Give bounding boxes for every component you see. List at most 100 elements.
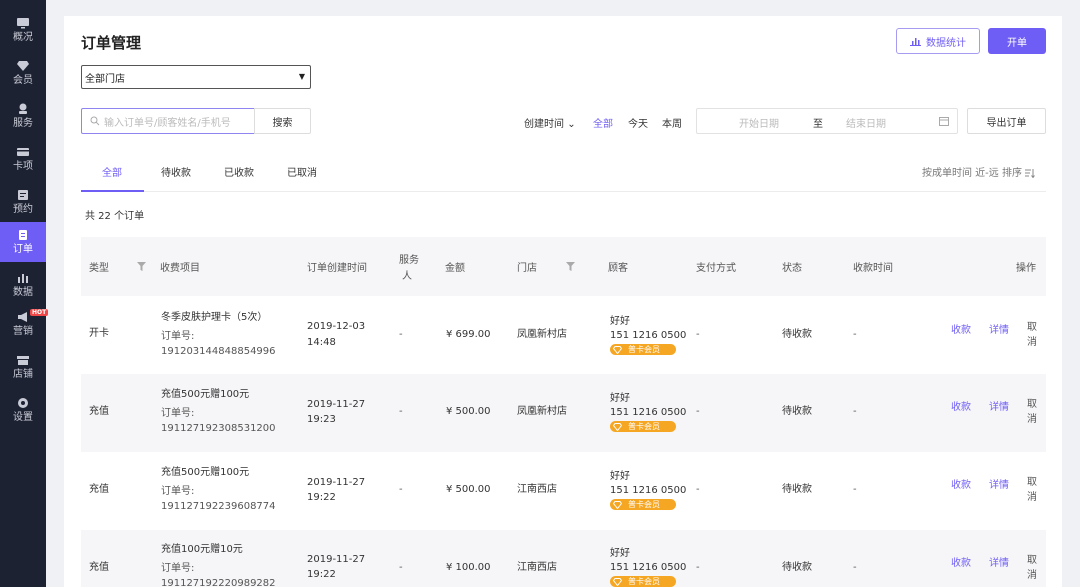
payment-method: - (696, 484, 700, 495)
diamond-icon (16, 60, 30, 72)
cancel-link[interactable]: 取消 (1027, 320, 1039, 350)
sidebar-item-label: 订单 (13, 244, 33, 255)
order-status: 待收款 (782, 562, 812, 573)
column-header-amount: 金额 (445, 263, 465, 274)
page-title: 订单管理 (81, 34, 142, 52)
sort-icon (1024, 168, 1035, 178)
order-type: 充值 (89, 406, 109, 417)
customer-name: 好好 (610, 548, 630, 559)
sidebar-item-data[interactable]: 数据 (0, 265, 46, 305)
created-date: 2019-12-03 (307, 321, 366, 332)
caret-down-icon: ▼ (298, 72, 305, 81)
tab-all[interactable]: 全部 (102, 164, 122, 179)
tab-active-indicator (81, 190, 144, 192)
store-select[interactable]: 全部门店 ▼ (81, 65, 311, 89)
created-time: 19:22 (307, 569, 336, 580)
clipboard-icon (16, 229, 30, 241)
search-icon (90, 116, 100, 126)
staff: - (399, 484, 403, 495)
order-number: 191127192220989282 (161, 578, 276, 587)
sidebar-item-members[interactable]: 会员 (0, 53, 46, 93)
filter-icon[interactable] (137, 262, 146, 271)
order-number: 191203144848854996 (161, 346, 276, 357)
open-order-button[interactable]: 开单 (988, 28, 1046, 54)
tab-pending[interactable]: 待收款 (161, 164, 191, 179)
filter-this-week[interactable]: 本周 (662, 115, 682, 130)
filter-today[interactable]: 今天 (628, 115, 648, 130)
customer-phone: 151 1216 0500 (610, 562, 687, 573)
search-button[interactable]: 搜索 (254, 108, 311, 134)
customer-info: 好好 151 1216 0500 普卡会员 (610, 315, 686, 355)
store-name: 江南西店 (517, 562, 557, 573)
collect-payment-link[interactable]: 收款 (951, 398, 971, 413)
sidebar-item-label: 服务 (13, 118, 33, 129)
cancel-link[interactable]: 取消 (1027, 553, 1039, 583)
detail-link[interactable]: 详情 (989, 321, 1009, 336)
sidebar-item-store[interactable]: 店铺 (0, 347, 46, 387)
sidebar-item-services[interactable]: 服务 (0, 96, 46, 136)
customer-phone: 151 1216 0500 (610, 330, 687, 341)
store-name: 凤凰新村店 (517, 329, 567, 340)
service-icon (16, 103, 30, 115)
created-time-dropdown[interactable]: 创建时间 ⌄ (524, 115, 576, 130)
customer-phone: 151 1216 0500 (610, 407, 687, 418)
search-input[interactable]: 输入订单号/顾客姓名/手机号 (81, 108, 255, 134)
date-range-picker[interactable]: 开始日期 至 结束日期 (696, 108, 958, 134)
created-date: 2019-11-27 (307, 399, 366, 410)
sidebar-item-label: 营销 (13, 326, 33, 337)
export-orders-button[interactable]: 导出订单 (967, 108, 1046, 134)
column-header-created: 订单创建时间 (307, 263, 367, 274)
order-status: 待收款 (782, 329, 812, 340)
detail-link[interactable]: 详情 (989, 554, 1009, 569)
table-header: 类型 收费项目 订单创建时间 服务 人 金额 门店 顾客 支付方式 状态 收款时… (81, 237, 1046, 296)
order-item: 冬季皮肤护理卡（5次） (161, 312, 268, 323)
column-header-staff: 人 (402, 271, 412, 282)
order-number-label: 订单号: (161, 331, 195, 342)
order-number-label: 订单号: (161, 408, 195, 419)
sidebar-item-appointments[interactable]: 预约 (0, 182, 46, 222)
order-item: 充值500元赠100元 (161, 467, 250, 478)
cancel-link[interactable]: 取消 (1027, 475, 1039, 505)
tab-cancelled[interactable]: 已取消 (287, 164, 317, 179)
detail-link[interactable]: 详情 (989, 398, 1009, 413)
sort-toggle[interactable]: 按成单时间 近-远 排序 (922, 164, 1035, 179)
order-panel: 订单管理 数据统计 开单 全部门店 ▼ 输入订单号/顾客姓名/手机号 搜索 创建… (64, 16, 1062, 587)
order-status: 待收款 (782, 484, 812, 495)
sidebar-item-label: 预约 (13, 204, 33, 215)
amount: ¥ 100.00 (446, 562, 491, 573)
paid-time: - (853, 484, 857, 495)
sidebar-item-settings[interactable]: 设置 (0, 390, 46, 430)
member-badge: 普卡会员 (610, 499, 676, 510)
filter-all[interactable]: 全部 (593, 115, 613, 130)
tab-paid[interactable]: 已收款 (224, 164, 254, 179)
sidebar-item-marketing[interactable]: 营销 HOT (0, 304, 49, 344)
created-time: 19:22 (307, 492, 336, 503)
created-date: 2019-11-27 (307, 477, 366, 488)
collect-payment-link[interactable]: 收款 (951, 476, 971, 491)
collect-payment-link[interactable]: 收款 (951, 554, 971, 569)
detail-link[interactable]: 详情 (989, 476, 1009, 491)
filter-icon[interactable] (566, 262, 575, 271)
member-badge: 普卡会员 (610, 344, 676, 355)
collect-payment-link[interactable]: 收款 (951, 321, 971, 336)
search-placeholder: 输入订单号/顾客姓名/手机号 (104, 117, 231, 129)
staff: - (399, 329, 403, 340)
amount: ¥ 699.00 (446, 329, 491, 340)
cancel-link[interactable]: 取消 (1027, 397, 1039, 427)
member-badge-label: 普卡会员 (628, 345, 660, 354)
diamond-icon (613, 422, 622, 431)
sidebar-item-overview[interactable]: 概况 (0, 10, 46, 50)
sidebar-item-label: 店铺 (13, 369, 33, 380)
store-icon (16, 354, 30, 366)
sidebar-item-label: 概况 (13, 32, 33, 43)
sidebar-item-cards[interactable]: 卡项 (0, 139, 46, 179)
order-status: 待收款 (782, 406, 812, 417)
chevron-down-icon: ⌄ (567, 119, 576, 130)
member-badge-label: 普卡会员 (628, 577, 660, 586)
order-item: 充值100元赠10元 (161, 544, 243, 555)
sidebar: 概况 会员 服务 卡项 预约 订单 数据 营销 HOT 店铺 设置 (0, 0, 49, 587)
payment-method: - (696, 406, 700, 417)
sidebar-item-orders[interactable]: 订单 (0, 222, 46, 262)
data-stats-button[interactable]: 数据统计 (896, 28, 980, 54)
member-badge-label: 普卡会员 (628, 422, 660, 431)
